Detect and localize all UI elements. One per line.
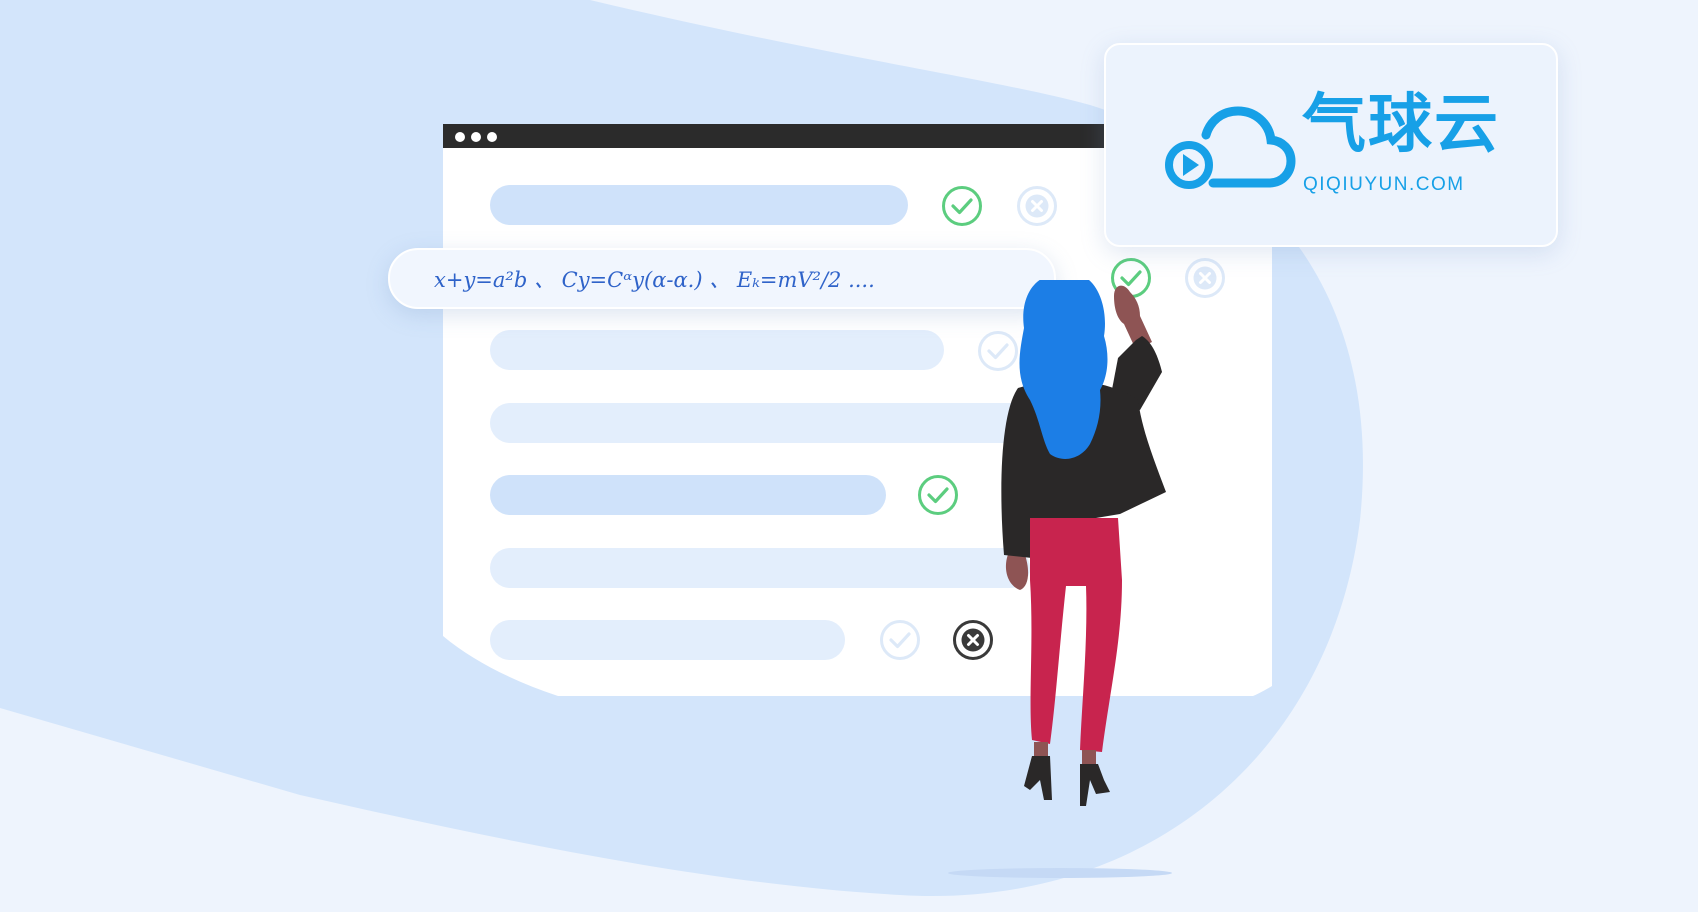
answer-bar xyxy=(490,548,1030,588)
answer-bar xyxy=(490,475,886,515)
x-circle-icon xyxy=(1185,258,1225,298)
answer-bar xyxy=(490,403,1030,443)
logo-card: 气球云 QIQIUYUN.COM xyxy=(1104,43,1558,247)
cloud-play-icon xyxy=(1165,106,1296,189)
woman-illustration xyxy=(1001,280,1166,806)
brand-name-en: QIQIUYUN.COM xyxy=(1303,174,1465,195)
answer-bar xyxy=(490,185,908,225)
window-dot xyxy=(471,132,481,142)
check-circle-icon xyxy=(942,186,982,226)
window-dot xyxy=(455,132,465,142)
answer-bar xyxy=(490,330,944,370)
formula-card: x+y=a²b 、 Cy=Cᵅy(α-α.) 、 Eₖ=mV²/2 .... xyxy=(388,248,1056,309)
x-circle-icon xyxy=(1017,186,1057,226)
formula-text: x+y=a²b 、 Cy=Cᵅy(α-α.) 、 Eₖ=mV²/2 .... xyxy=(434,268,875,292)
check-circle-icon xyxy=(918,475,958,515)
illustration-canvas: x+y=a²b 、 Cy=Cᵅy(α-α.) 、 Eₖ=mV²/2 .... 气… xyxy=(0,0,1698,912)
brand-name-cn: 气球云 xyxy=(1302,88,1500,162)
window-dot xyxy=(487,132,497,142)
